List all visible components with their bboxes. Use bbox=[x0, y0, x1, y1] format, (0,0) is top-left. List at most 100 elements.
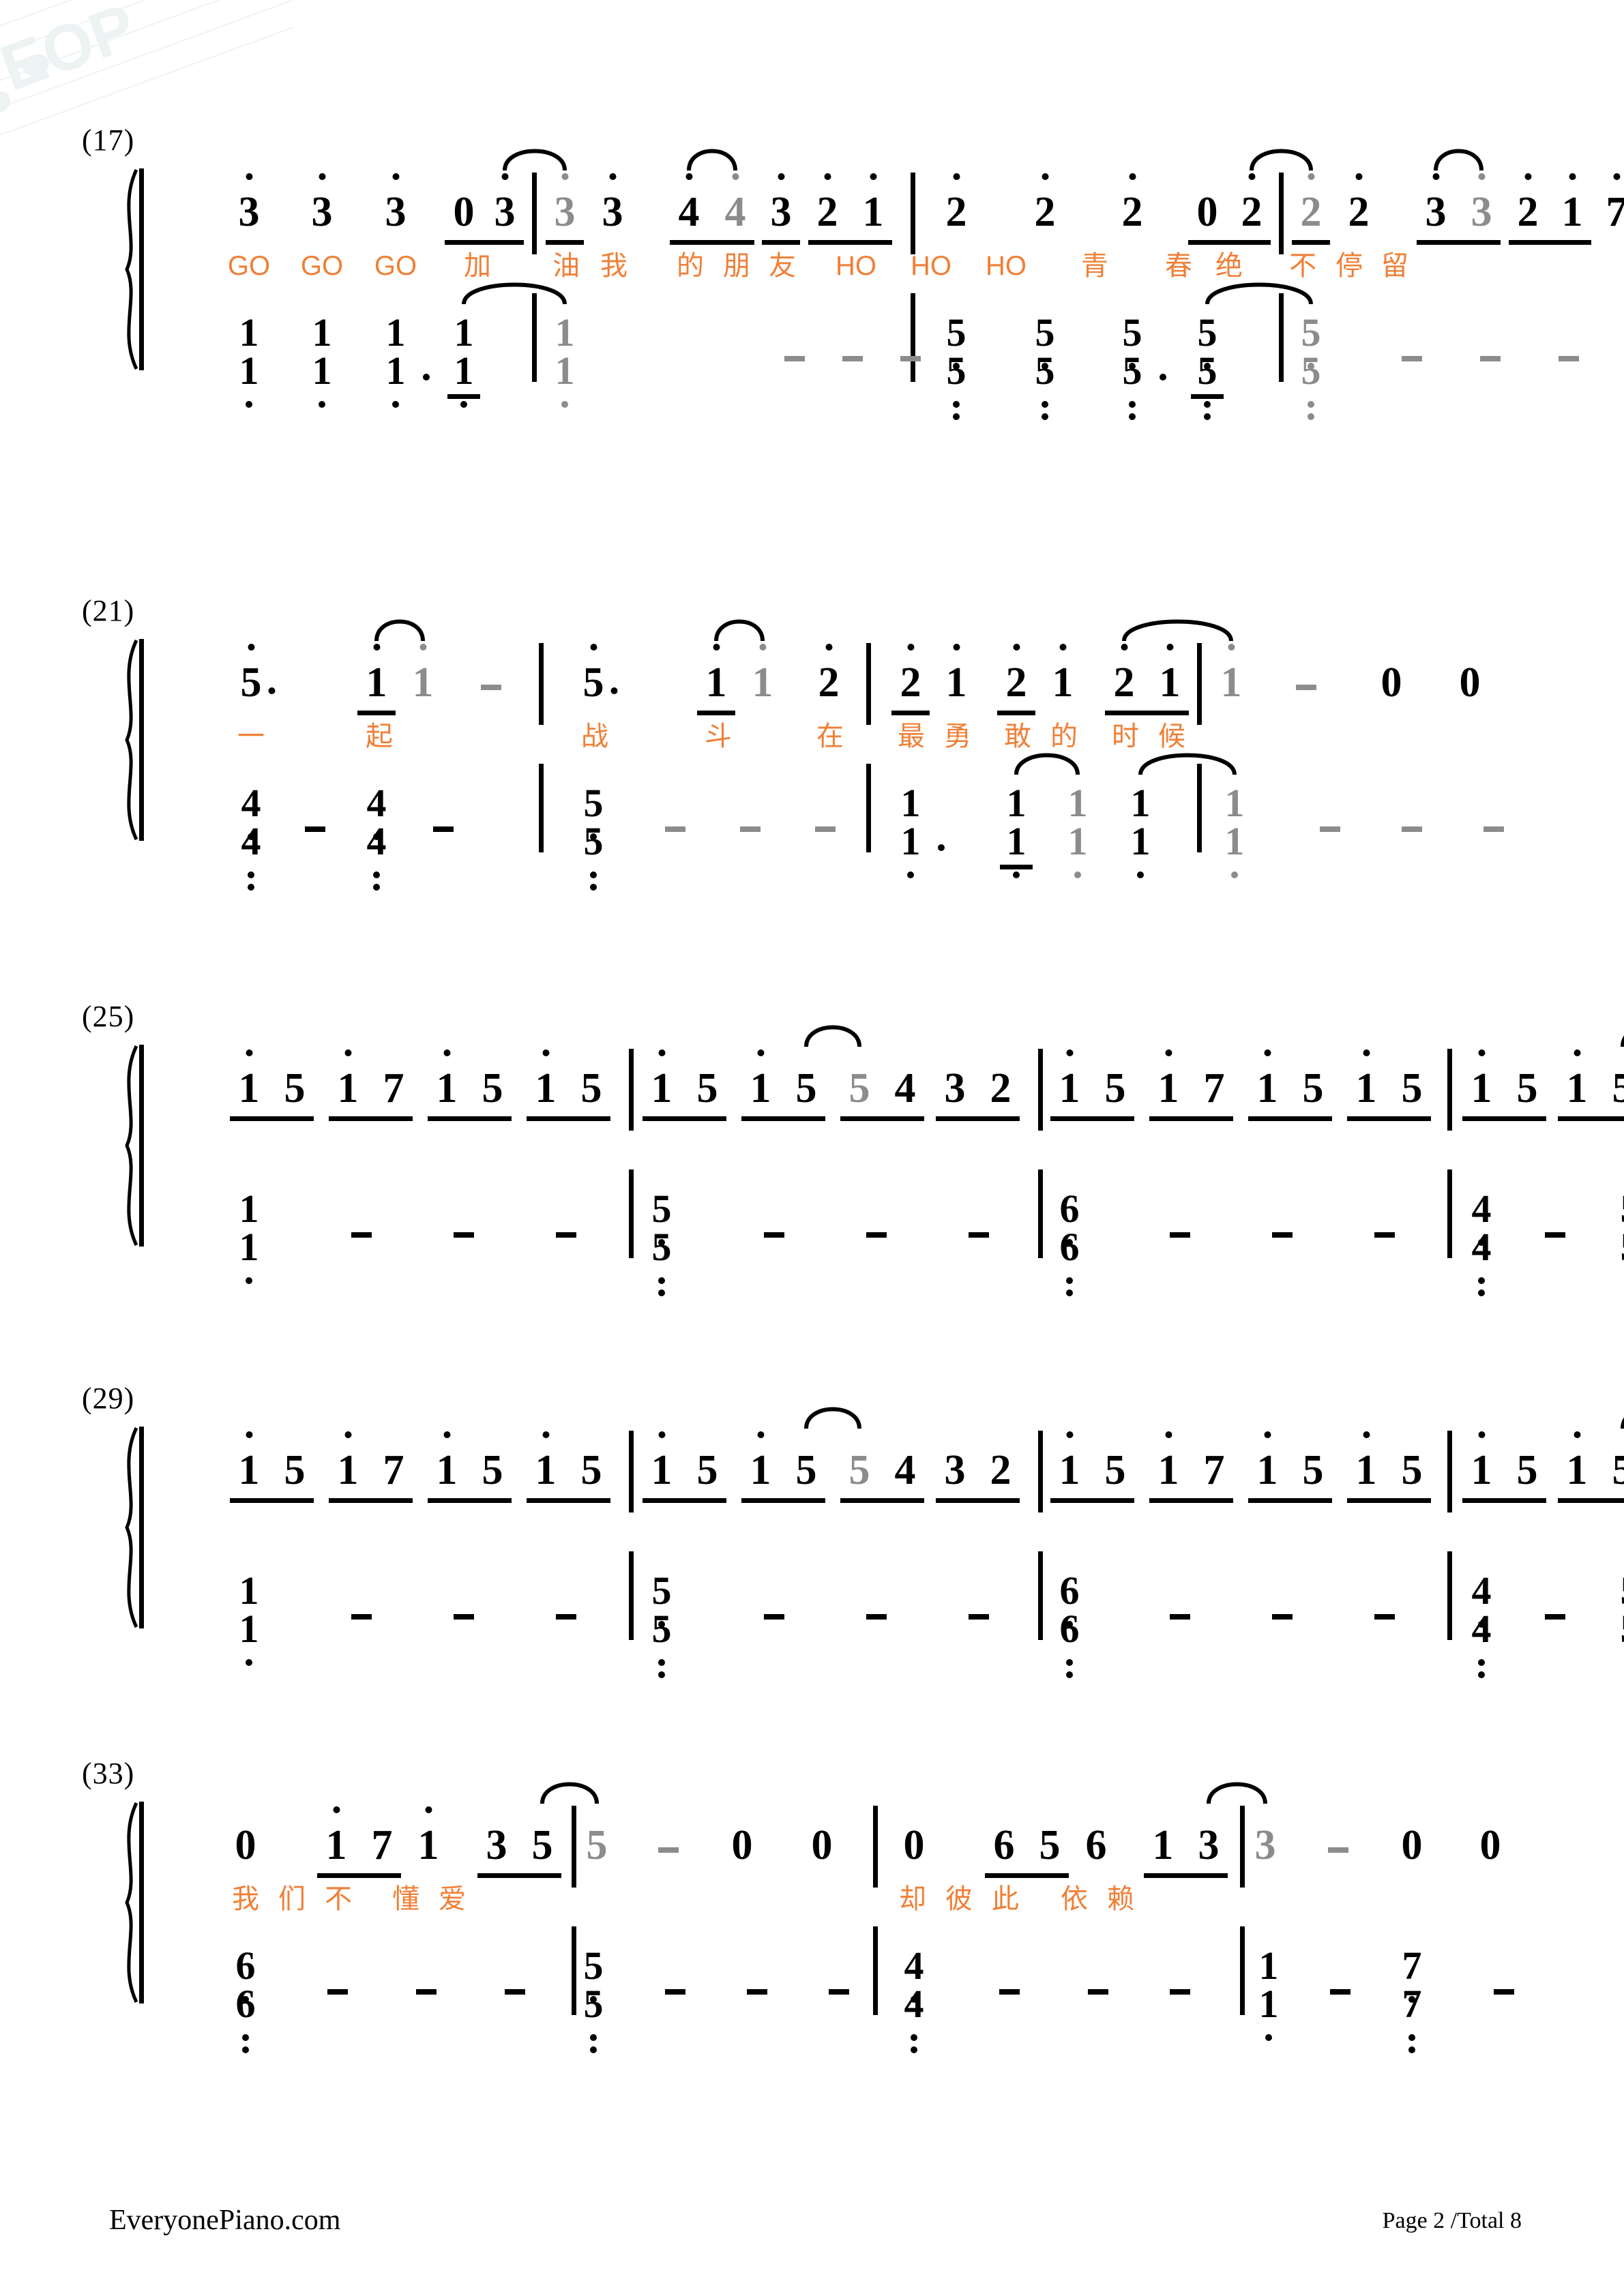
melody-note: 3 bbox=[1198, 1822, 1220, 1868]
melody-note: 5 bbox=[1516, 1065, 1538, 1112]
octave-down-dot-2 bbox=[1308, 413, 1314, 420]
melody-note: 4 bbox=[894, 1447, 916, 1493]
bass-chord: 11 bbox=[1214, 784, 1255, 878]
octave-up-dot bbox=[373, 644, 380, 651]
bass-note-lower: 5 bbox=[1112, 351, 1166, 420]
tie-slur bbox=[804, 1025, 861, 1047]
sustain-dash bbox=[1328, 1847, 1348, 1853]
octave-down-dot bbox=[1478, 1277, 1485, 1284]
lyric-syllable: 的 bbox=[677, 251, 704, 281]
bass-note-lower: 1 bbox=[544, 351, 585, 408]
lyric-syllable: 友 bbox=[769, 251, 796, 281]
beam bbox=[936, 1498, 1020, 1503]
lyric-syllable: 此 bbox=[992, 1884, 1019, 1914]
beam bbox=[1191, 394, 1224, 399]
lyric-syllable: 懂 bbox=[392, 1884, 419, 1914]
bass-note-upper: 1 bbox=[239, 1568, 259, 1613]
octave-up-dot bbox=[1165, 1049, 1172, 1056]
bass-chord: 55 bbox=[1187, 313, 1228, 420]
augmentation-dot bbox=[268, 687, 276, 694]
bass-note-upper: 5 bbox=[1610, 1571, 1624, 1611]
octave-down-dot-2 bbox=[1204, 413, 1211, 420]
melody-note: 7 bbox=[383, 1065, 404, 1112]
bass-note-lower: 4 bbox=[894, 1984, 934, 2053]
system: 3 3 3 0 3 3 3 4 4 3 2 1 2 2 2 0 2 2 2 3 3 2 1 7 GO GO GO 加油我的朋友 HO HO… bbox=[116, 149, 1624, 420]
bass-note-lower: 7 bbox=[1391, 1984, 1432, 2053]
octave-down-dot-2 bbox=[658, 1671, 665, 1678]
bass-note-lower: 1 bbox=[996, 822, 1037, 878]
sustain-dash bbox=[999, 1989, 1020, 1995]
melody-note: 2 bbox=[990, 1447, 1012, 1493]
tie-slur bbox=[687, 149, 737, 171]
system: 1517151515155432151715151515517511556644… bbox=[116, 1407, 1624, 1678]
bass-note-upper: 7 bbox=[1391, 1946, 1432, 2003]
octave-up-dot bbox=[1363, 1431, 1370, 1438]
lyric-syllable: 一 bbox=[237, 721, 265, 751]
melody-note: 5 bbox=[1104, 1065, 1126, 1112]
melody-note: 1 bbox=[651, 1431, 673, 1491]
melody-note: 1 bbox=[1160, 644, 1181, 704]
sustain-dash bbox=[1170, 1989, 1190, 1995]
octave-up-dot bbox=[870, 173, 876, 180]
sustain-dash bbox=[505, 1989, 525, 1995]
bass-note-upper: 1 bbox=[1067, 781, 1088, 825]
octave-up-dot bbox=[425, 1806, 432, 1813]
octave-down-dot bbox=[561, 401, 568, 408]
beam bbox=[1292, 240, 1330, 245]
bass-note-upper: 4 bbox=[894, 1946, 934, 2003]
sustain-dash bbox=[1296, 685, 1316, 690]
octave-down-dot-2 bbox=[590, 884, 597, 891]
beam bbox=[1050, 1116, 1134, 1121]
lyric-syllable: GO bbox=[374, 251, 417, 281]
melody-note: 5 bbox=[1612, 1065, 1624, 1112]
tie-slur bbox=[1621, 1417, 1624, 1429]
measure-barline bbox=[1240, 1806, 1245, 1888]
bass-note-lower: 5 bbox=[1610, 1227, 1624, 1267]
octave-down-dot-2 bbox=[1042, 413, 1048, 420]
beam bbox=[1417, 240, 1501, 245]
sustain-dash bbox=[1170, 1614, 1190, 1620]
sustain-dash bbox=[1402, 356, 1422, 361]
measure-barline-bass bbox=[629, 1551, 634, 1640]
octave-up-dot bbox=[658, 1431, 665, 1438]
melody-note: 3 bbox=[385, 173, 407, 233]
octave-up-dot bbox=[1524, 173, 1531, 180]
bass-note-upper: 1 bbox=[1006, 781, 1027, 825]
system-start-barline bbox=[139, 1045, 144, 1247]
sustain-dash bbox=[1559, 356, 1579, 361]
melody-note: 5 bbox=[583, 644, 618, 704]
octave-up-dot bbox=[1166, 644, 1173, 651]
melody-note: 1 bbox=[752, 644, 773, 704]
melody-note: 7 bbox=[1606, 173, 1624, 233]
tie-slur bbox=[1207, 1782, 1267, 1804]
sustain-dash bbox=[1272, 1614, 1293, 1620]
octave-up-dot bbox=[1066, 1431, 1073, 1438]
melody-note: 5 bbox=[241, 644, 276, 704]
bass-note-upper: 1 bbox=[900, 781, 921, 825]
melody-note: 1 bbox=[437, 1049, 458, 1109]
octave-up-dot bbox=[443, 1049, 450, 1056]
measure-barline-bass bbox=[1197, 764, 1202, 852]
beam bbox=[1347, 1116, 1431, 1121]
bass-chord: 11 bbox=[1120, 784, 1161, 878]
melody-note: 2 bbox=[900, 644, 921, 704]
melody-note: 4 bbox=[679, 173, 700, 233]
bass-note-lower: 5 bbox=[1610, 1609, 1624, 1649]
measure-barline bbox=[539, 643, 544, 725]
bass-chord: 44 bbox=[231, 784, 271, 891]
octave-up-dot bbox=[319, 173, 325, 180]
measure-barline-bass bbox=[629, 1169, 634, 1258]
melody-note: 1 bbox=[1158, 1049, 1179, 1109]
octave-up-dot bbox=[732, 173, 739, 180]
bass-chord: 77 bbox=[1391, 1946, 1432, 2053]
melody-note: 1 bbox=[946, 644, 967, 704]
tie-slur bbox=[503, 149, 567, 171]
octave-up-dot bbox=[1363, 1049, 1370, 1056]
bass-note-lower: 5 bbox=[1187, 351, 1228, 420]
bass-note-upper: 1 bbox=[454, 310, 474, 355]
octave-down-dot-2 bbox=[1478, 1671, 1485, 1678]
octave-down-dot bbox=[242, 2034, 249, 2041]
bass-note-upper: 1 bbox=[555, 310, 575, 355]
octave-up-dot bbox=[757, 1431, 764, 1438]
bass-note-upper: 4 bbox=[1461, 1189, 1502, 1246]
